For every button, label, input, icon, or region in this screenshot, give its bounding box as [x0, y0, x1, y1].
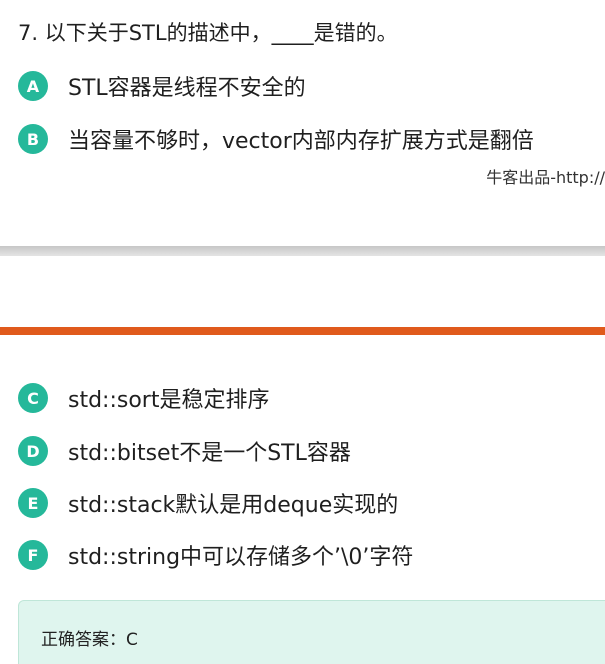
- option-f[interactable]: F std::string中可以存储多个’\0’字符: [18, 539, 413, 571]
- option-b-badge: B: [18, 124, 48, 154]
- option-e[interactable]: E std::stack默认是用deque实现的: [18, 487, 398, 519]
- answer-panel: 正确答案：C: [18, 600, 605, 664]
- option-e-badge: E: [18, 488, 48, 518]
- option-b[interactable]: B 当容量不够时，vector内部内存扩展方式是翻倍: [18, 123, 534, 155]
- page-separator-gray: [0, 246, 605, 256]
- question-card: 7. 以下关于STL的描述中，____是错的。 A STL容器是线程不安全的 B…: [0, 0, 605, 664]
- correct-answer-label: 正确答案：C: [41, 630, 138, 650]
- option-d-badge: D: [18, 436, 48, 466]
- option-b-text: 当容量不够时，vector内部内存扩展方式是翻倍: [68, 129, 534, 154]
- option-d-text: std::bitset不是一个STL容器: [68, 441, 351, 466]
- option-a[interactable]: A STL容器是线程不安全的: [18, 70, 306, 102]
- watermark-text: 牛客出品-http://: [486, 168, 605, 187]
- page-separator-orange: [0, 327, 605, 335]
- option-a-text: STL容器是线程不安全的: [68, 76, 306, 101]
- option-c-text: std::sort是稳定排序: [68, 388, 270, 413]
- option-a-badge: A: [18, 71, 48, 101]
- option-f-text: std::string中可以存储多个’\0’字符: [68, 545, 414, 570]
- question-title: 7. 以下关于STL的描述中，____是错的。: [18, 21, 398, 45]
- option-f-badge: F: [18, 540, 48, 570]
- option-d[interactable]: D std::bitset不是一个STL容器: [18, 435, 351, 467]
- option-e-text: std::stack默认是用deque实现的: [68, 493, 399, 518]
- option-c-badge: C: [18, 383, 48, 413]
- option-c[interactable]: C std::sort是稳定排序: [18, 382, 269, 414]
